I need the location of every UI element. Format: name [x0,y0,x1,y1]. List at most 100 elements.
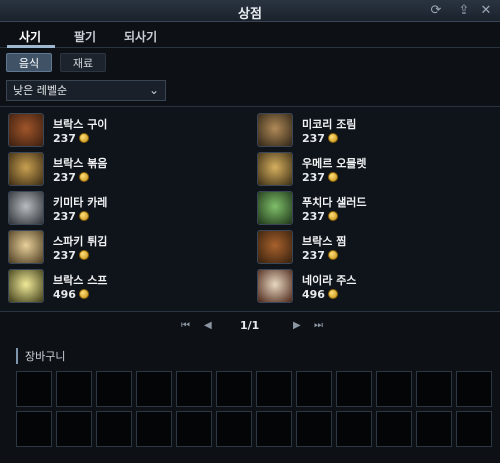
cart-slot[interactable] [416,371,452,407]
cart-slot[interactable] [16,371,52,407]
cart-slot[interactable] [256,371,292,407]
item-name: 브락스 찜 [302,235,347,248]
item-name: 브락스 구이 [53,118,108,131]
item-price: 237 [302,210,338,223]
coin-icon [327,250,338,260]
price-value: 237 [53,171,76,184]
page-indicator: 1/1 [240,319,260,332]
pagination: ⏮ ◀ 1/1 ▶ ⏭ [0,318,500,336]
subtab-material[interactable]: 재료 [60,53,106,72]
coin-icon [327,172,338,182]
first-page-icon[interactable]: ⏮ [181,320,190,331]
item-name: 푸치다 샐러드 [302,196,367,209]
cart-slot[interactable] [16,411,52,447]
cart-slot[interactable] [136,411,172,447]
item-price: 237 [302,171,338,184]
stir-fry-icon [8,152,44,186]
cart-slot[interactable] [96,371,132,407]
sort-dropdown[interactable]: 낮은 레벨순 ⌄ [6,80,166,101]
cart-slot[interactable] [296,371,332,407]
list-item[interactable]: 스파키 튀김 237 [8,230,248,266]
item-name: 스파키 튀김 [53,235,108,248]
item-name: 네이라 주스 [302,274,357,287]
next-page-icon[interactable]: ▶ [293,320,301,331]
item-name: 미코리 조림 [302,118,357,131]
subtab-food[interactable]: 음식 [6,53,52,72]
price-value: 237 [53,249,76,262]
tab-buy[interactable]: 사기 [19,28,41,45]
cart-slot[interactable] [336,411,372,447]
list-item[interactable]: 브락스 찜 237 [257,230,497,266]
cart-slot[interactable] [456,411,492,447]
list-item[interactable]: 브락스 볶음 237 [8,152,248,188]
item-price: 237 [53,210,89,223]
item-list: 브락스 구이 237 브락스 볶음 237 키미타 카레 237 스파키 튀김 … [0,106,500,312]
list-item[interactable]: 브락스 구이 237 [8,113,248,149]
juice-cup-icon [257,269,293,303]
prev-page-icon[interactable]: ◀ [204,320,212,331]
window-title: 상점 [238,7,262,22]
sort-selected: 낮은 레벨순 [13,84,68,97]
refresh-icon[interactable]: ⟳ [428,3,444,19]
popout-icon[interactable]: ⇪ [456,3,472,19]
price-value: 496 [302,288,325,301]
item-name: 키미타 카레 [53,196,108,209]
cart-slot[interactable] [176,411,212,447]
cart-slot[interactable] [296,411,332,447]
coin-icon [327,133,338,143]
coin-icon [78,250,89,260]
item-price: 496 [302,288,338,301]
coin-icon [78,133,89,143]
roasted-meat-icon [8,113,44,147]
item-name: 브락스 볶음 [53,157,108,170]
coin-icon [78,211,89,221]
omelet-icon [257,152,293,186]
cart-slot[interactable] [336,371,372,407]
salad-icon [257,191,293,225]
item-price: 237 [302,249,338,262]
cart-slot[interactable] [136,371,172,407]
cart-slot[interactable] [56,411,92,447]
list-item[interactable]: 브락스 스프 496 [8,269,248,305]
cart-grid [16,371,496,463]
tab-sell[interactable]: 팔기 [74,28,96,45]
list-item[interactable]: 키미타 카레 237 [8,191,248,227]
price-value: 237 [302,171,325,184]
cart-slot[interactable] [416,411,452,447]
coin-icon [78,172,89,182]
cart-slot[interactable] [456,371,492,407]
close-icon[interactable]: ✕ [478,3,494,19]
price-value: 237 [53,132,76,145]
steamed-meat-icon [257,230,293,264]
cart-slot[interactable] [376,371,412,407]
price-value: 496 [53,288,76,301]
cart-slot[interactable] [216,371,252,407]
price-value: 237 [53,210,76,223]
soup-bowl-icon [8,269,44,303]
price-value: 237 [302,210,325,223]
coin-icon [327,289,338,299]
list-item[interactable]: 푸치다 샐러드 237 [257,191,497,227]
item-name: 우메르 오믈렛 [302,157,367,170]
cart-slot[interactable] [256,411,292,447]
cart-slot[interactable] [176,371,212,407]
list-item[interactable]: 우메르 오믈렛 237 [257,152,497,188]
shop-tabs: 사기 팔기 되사기 [0,24,500,48]
price-value: 237 [302,249,325,262]
cart-slot[interactable] [376,411,412,447]
item-price: 237 [53,171,89,184]
curry-pot-icon [8,191,44,225]
list-item[interactable]: 네이라 주스 496 [257,269,497,305]
cart-slot[interactable] [216,411,252,447]
list-item[interactable]: 미코리 조림 237 [257,113,497,149]
coin-icon [327,211,338,221]
price-value: 237 [302,132,325,145]
cart-slot[interactable] [56,371,92,407]
cart-slot[interactable] [96,411,132,447]
item-price: 237 [53,132,89,145]
last-page-icon[interactable]: ⏭ [314,320,323,331]
item-name: 브락스 스프 [53,274,108,287]
window-titlebar: 상점 ⟳ ⇪ ✕ [0,0,500,22]
tab-buyback[interactable]: 되사기 [124,28,157,45]
cart-label: 장바구니 [16,348,65,364]
